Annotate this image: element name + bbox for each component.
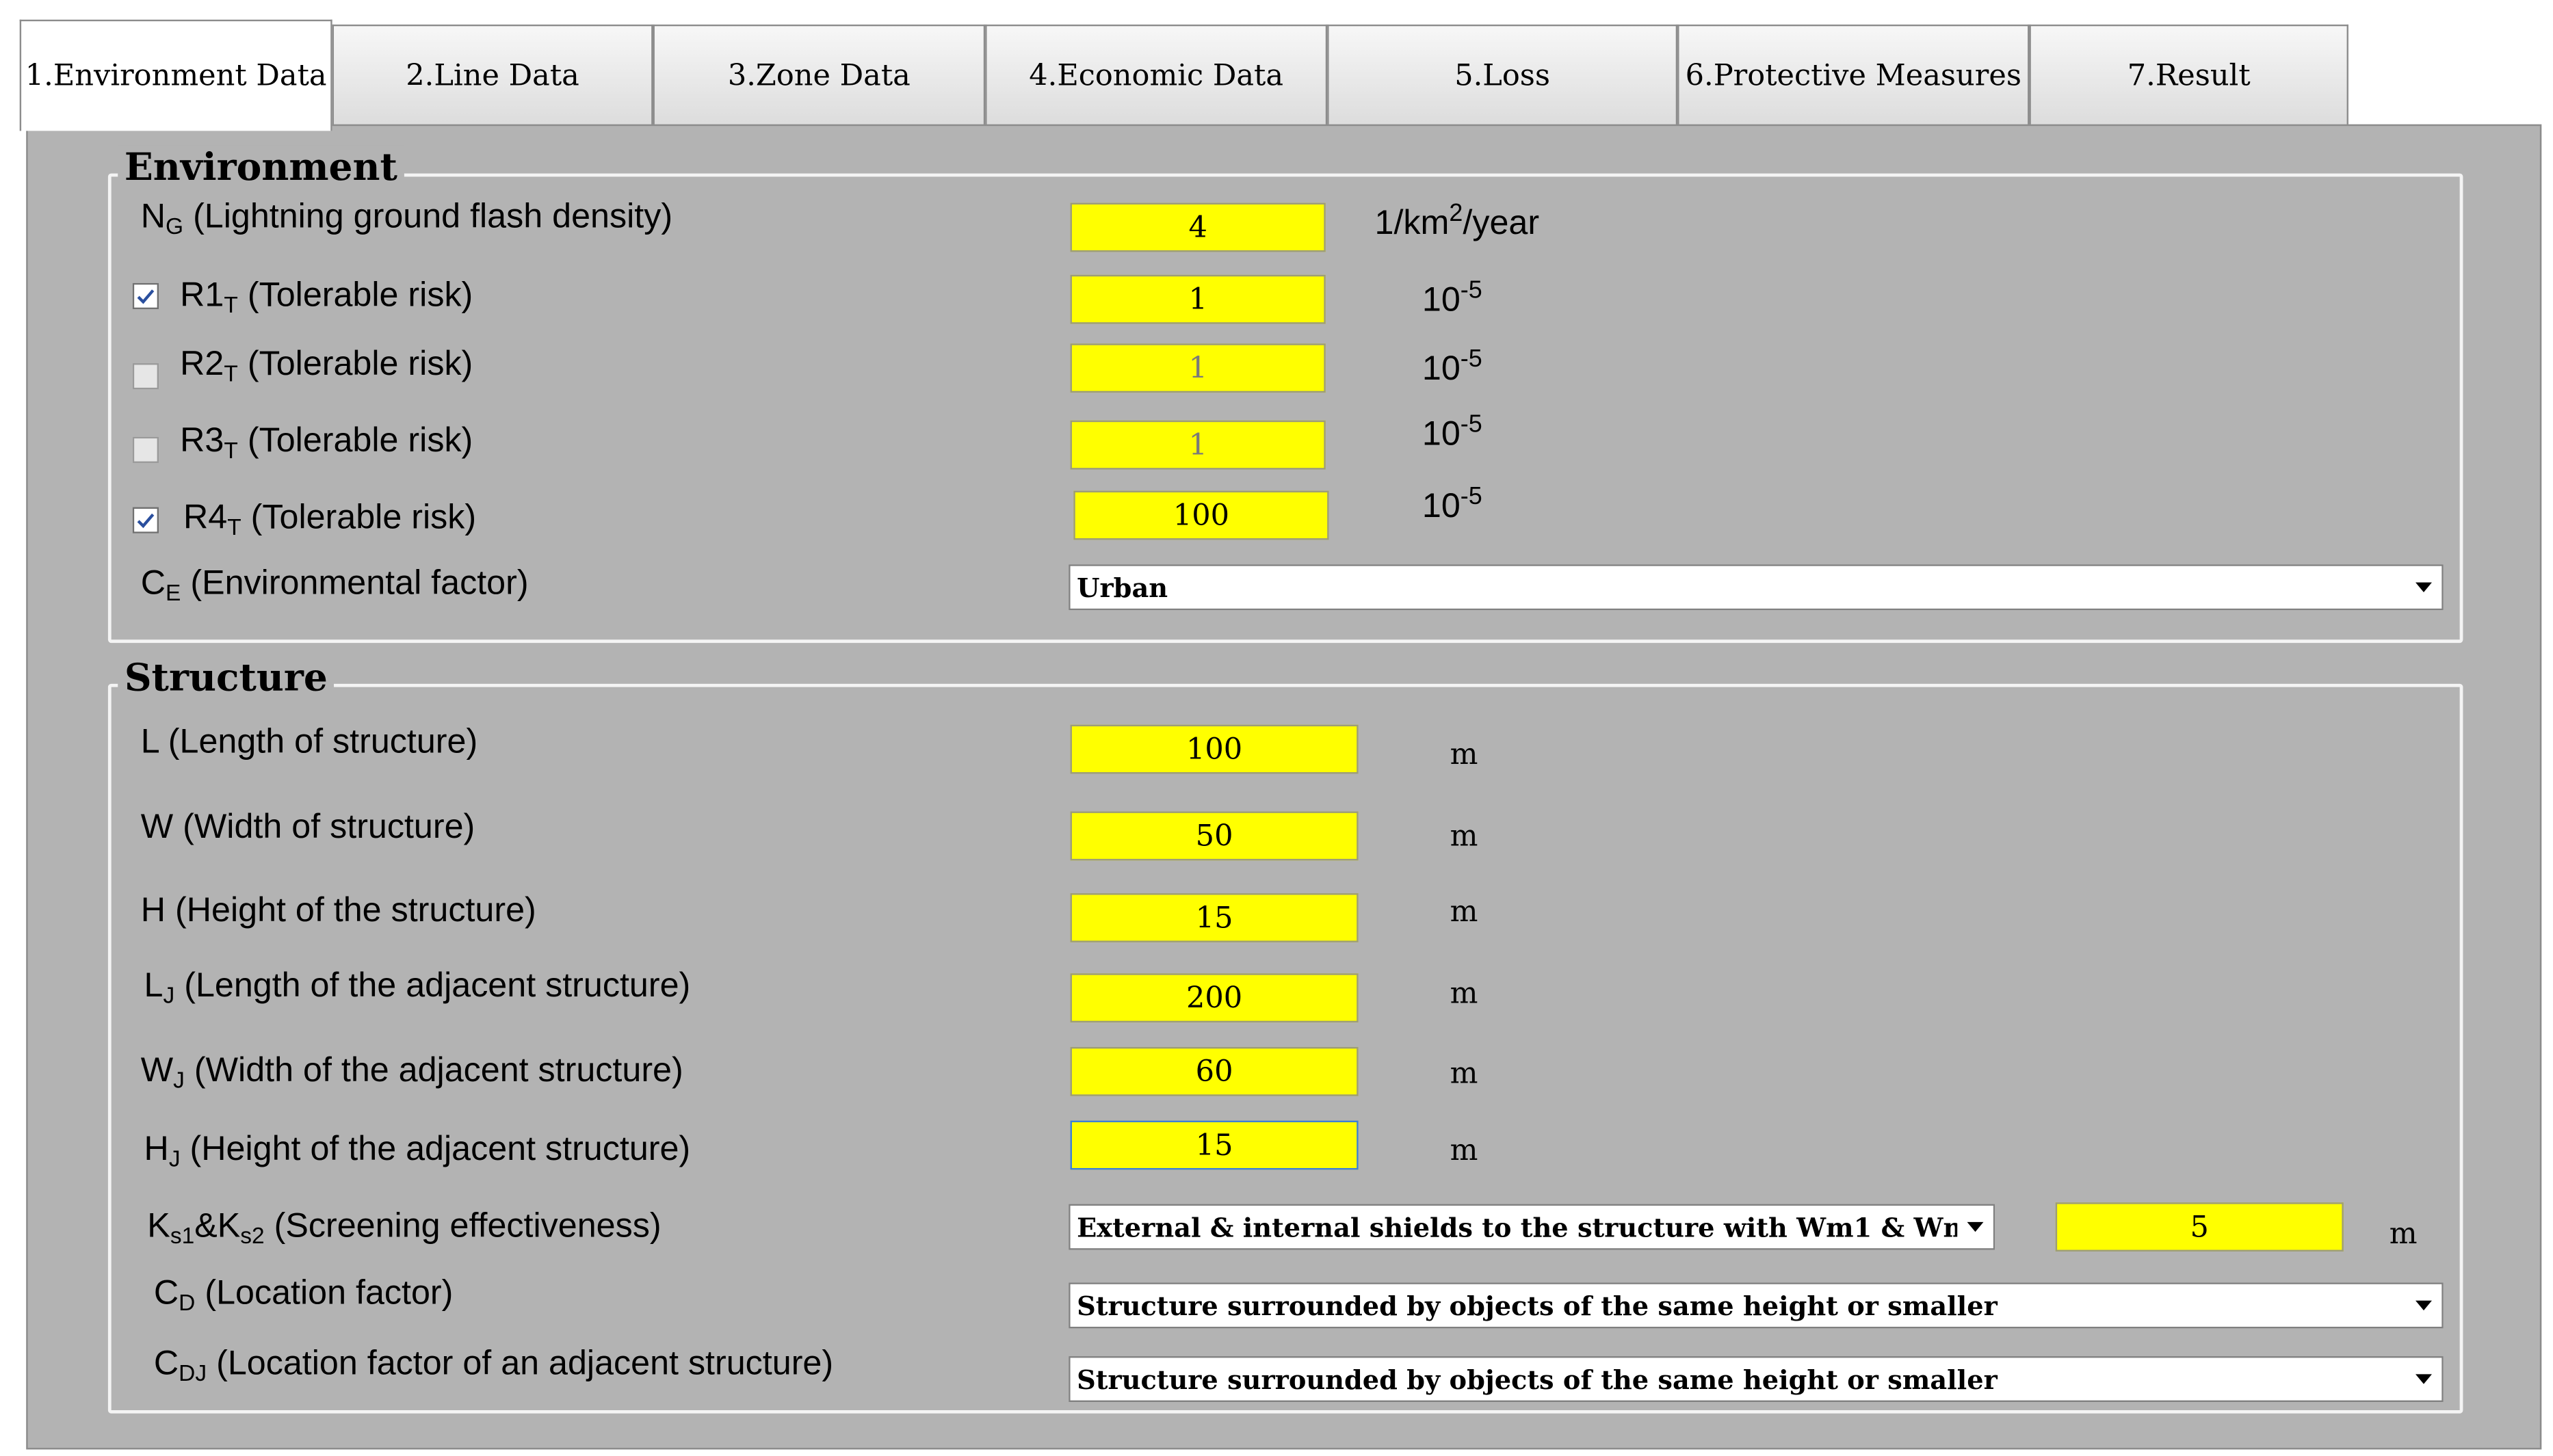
r2-checkbox[interactable] (132, 363, 159, 390)
l-unit: m (1450, 737, 1478, 773)
cdj-label: CDJ (Location factor of an adjacent stru… (153, 1345, 834, 1386)
r3-input[interactable] (1070, 420, 1326, 470)
window: 1.Environment Data 2.Line Data 3.Zone Da… (0, 0, 2553, 1456)
hj-unit: m (1450, 1133, 1478, 1168)
hj-label: HJ (Height of the adjacent structure) (144, 1130, 691, 1172)
ks-label: Ks1&Ks2 (Screening effectiveness) (147, 1207, 662, 1249)
r3-label: R3T (Tolerable risk) (180, 422, 473, 463)
ce-label: CE (Environmental factor) (140, 564, 529, 606)
r2-label: R2T (Tolerable risk) (180, 345, 473, 386)
cd-select-value: Structure surrounded by objects of the s… (1077, 1290, 1998, 1321)
ng-input[interactable] (1070, 202, 1326, 252)
r1-checkbox[interactable] (132, 282, 159, 310)
ng-label: NG (Lightning ground flash density) (140, 198, 673, 239)
tab-result[interactable]: 7.Result (2029, 24, 2348, 127)
tab-zone-data[interactable]: 3.Zone Data (653, 24, 986, 127)
r4-label: R4T (Tolerable risk) (183, 499, 477, 540)
r4-checkbox[interactable] (132, 507, 159, 533)
r3-unit: 10-5 (1422, 410, 1482, 453)
chevron-down-icon (1957, 1206, 1993, 1248)
hj-input[interactable] (1070, 1120, 1359, 1170)
chevron-down-icon (2406, 1284, 2442, 1327)
tab-label: 2.Line Data (406, 59, 579, 94)
tab-environment-data[interactable]: 1.Environment Data (19, 19, 332, 131)
r1-unit: 10-5 (1422, 276, 1482, 319)
w-label: W (Width of structure) (140, 808, 475, 846)
tab-label: 1.Environment Data (25, 59, 327, 94)
r4-unit: 10-5 (1422, 482, 1482, 525)
checkmark-icon (137, 289, 155, 304)
tab-label: 7.Result (2127, 59, 2251, 94)
ce-select[interactable]: Urban (1069, 564, 2444, 611)
chevron-down-icon (2406, 1358, 2442, 1400)
tab-loss[interactable]: 5.Loss (1327, 24, 1678, 127)
tab-label: 4.Economic Data (1029, 59, 1284, 94)
r2-unit: 10-5 (1422, 345, 1482, 388)
cdj-select-value: Structure surrounded by objects of the s… (1077, 1363, 1998, 1395)
wj-label: WJ (Width of the adjacent structure) (140, 1052, 683, 1093)
r3-checkbox[interactable] (132, 436, 159, 463)
tab-economic-data[interactable]: 4.Economic Data (985, 24, 1328, 127)
l-input[interactable] (1070, 724, 1359, 774)
tab-label: 6.Protective Measures (1685, 59, 2021, 94)
tab-label: 5.Loss (1454, 59, 1551, 94)
tab-label: 3.Zone Data (727, 59, 911, 94)
cd-select[interactable]: Structure surrounded by objects of the s… (1069, 1282, 2444, 1329)
wj-input[interactable] (1070, 1046, 1359, 1096)
checkmark-icon (137, 513, 155, 529)
r1-input[interactable] (1070, 274, 1326, 324)
ks-wm-input[interactable] (2055, 1202, 2344, 1252)
tab-protective-measures[interactable]: 6.Protective Measures (1677, 24, 2030, 127)
h-label: H (Height of the structure) (140, 891, 536, 929)
w-input[interactable] (1070, 811, 1359, 861)
ng-unit: 1/km2/year (1374, 199, 1540, 243)
lj-input[interactable] (1070, 973, 1359, 1023)
structure-group-title: Structure (118, 656, 335, 700)
w-unit: m (1450, 819, 1478, 854)
chevron-down-icon (2406, 566, 2442, 609)
cd-label: CD (Location factor) (153, 1274, 454, 1316)
ks-unit: m (2389, 1217, 2418, 1252)
lj-unit: m (1450, 977, 1478, 1011)
r2-input[interactable] (1070, 343, 1326, 393)
ce-select-value: Urban (1077, 572, 1168, 603)
lj-label: LJ (Length of the adjacent structure) (144, 966, 691, 1008)
ks-select[interactable]: External & internal shields to the struc… (1069, 1204, 1995, 1250)
r4-input[interactable] (1073, 490, 1329, 540)
h-unit: m (1450, 895, 1478, 929)
ks-select-value: External & internal shields to the struc… (1077, 1211, 1958, 1243)
l-label: L (Length of structure) (140, 723, 478, 761)
r1-label: R1T (Tolerable risk) (180, 276, 473, 318)
environment-group-title: Environment (118, 145, 404, 190)
h-input[interactable] (1070, 893, 1359, 942)
tab-line-data[interactable]: 2.Line Data (332, 24, 653, 127)
wj-unit: m (1450, 1057, 1478, 1091)
cdj-select[interactable]: Structure surrounded by objects of the s… (1069, 1356, 2444, 1403)
